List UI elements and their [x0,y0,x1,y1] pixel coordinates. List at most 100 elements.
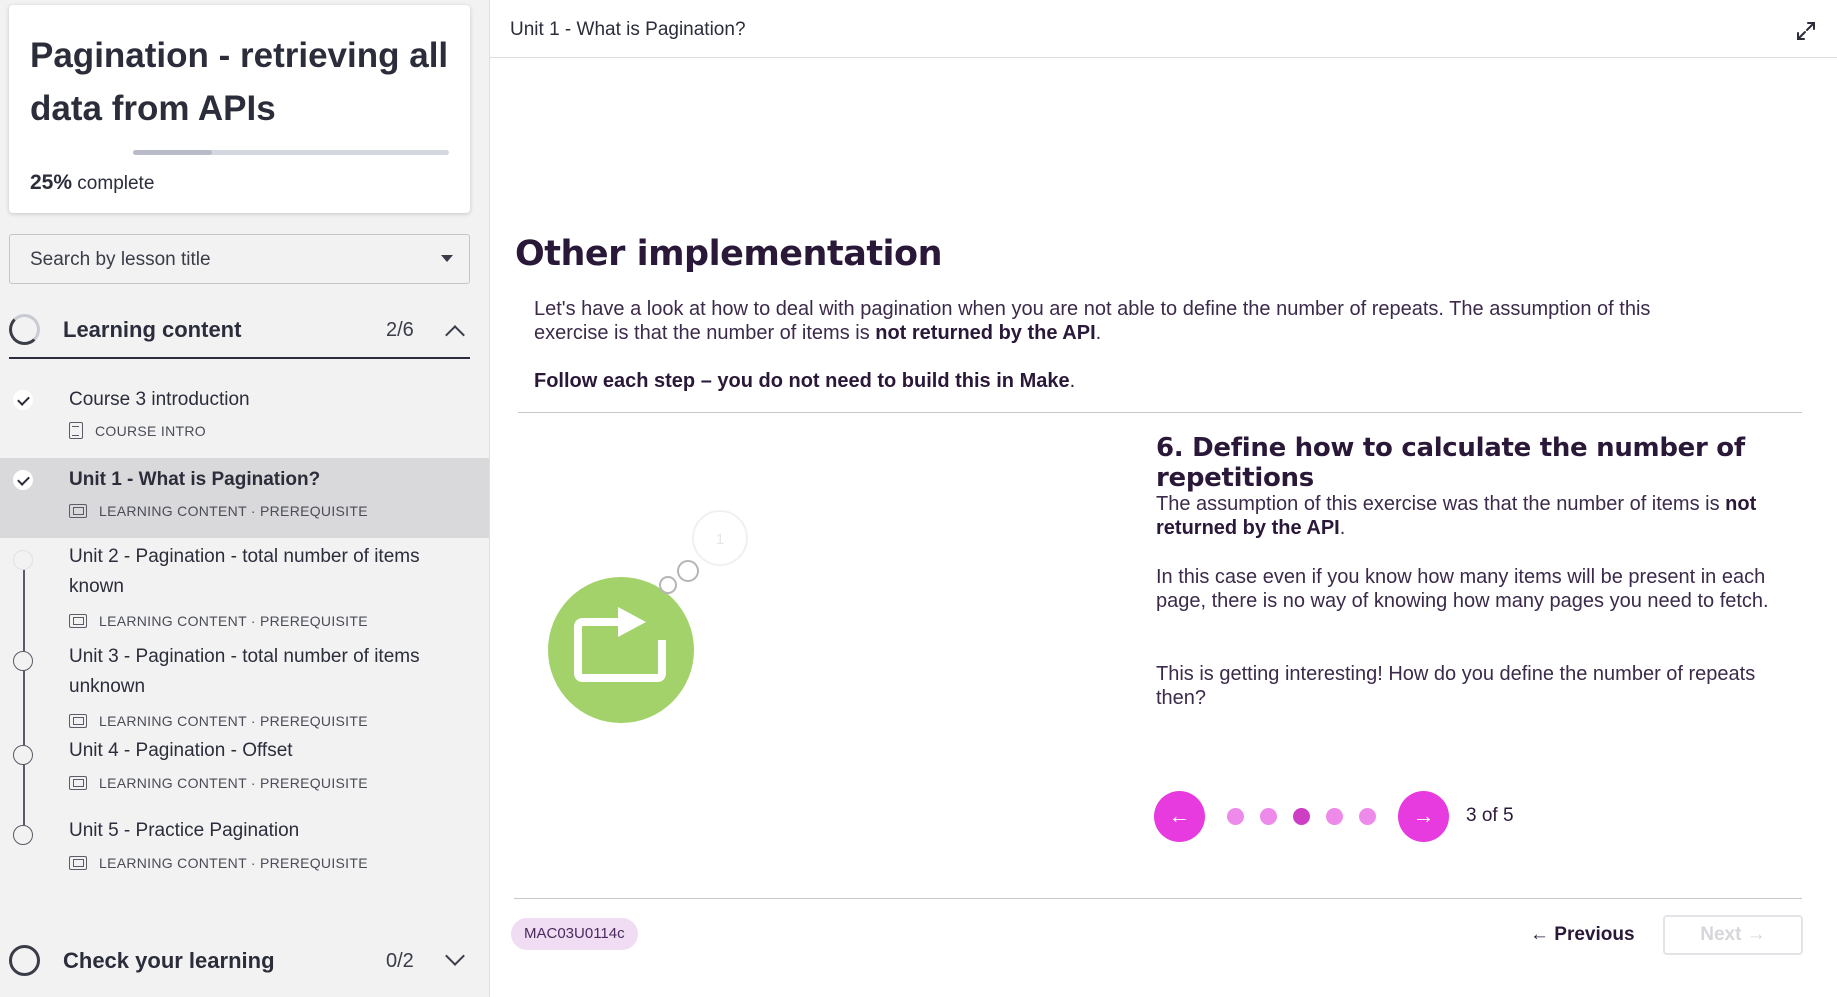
slides-icon [69,504,87,518]
lesson-meta: LEARNING CONTENT · PREREQUISITE [69,713,368,729]
next-button[interactable]: Next → [1663,915,1803,955]
section-count: 0/2 [386,950,414,972]
lesson-meta-text: LEARNING CONTENT · PREREQUISITE [99,855,368,871]
section-title: Check your learning [63,948,275,973]
repeater-module-circle [548,577,694,723]
completed-check-icon [13,470,33,490]
lesson-title: Unit 3 - Pagination - total number of it… [69,646,420,697]
instruction-emphasis: Follow each step – you do not need to bu… [534,370,1070,392]
document-icon [69,422,83,439]
lesson-item-unit-2[interactable]: Unit 2 - Pagination - total number of it… [0,538,489,648]
step-carousel: ← → 3 of 5 [1154,790,1514,842]
divider [518,412,1802,413]
lesson-meta-text: LEARNING CONTENT · PREREQUISITE [99,613,368,629]
lesson-title: Unit 1 - What is Pagination? [69,469,321,490]
course-progress-fill [133,150,212,155]
progress-text: 25% complete [30,171,154,195]
chevron-up-icon[interactable] [445,325,465,345]
chevron-down-icon[interactable] [445,946,465,966]
intro-end: . [1095,322,1102,344]
carousel-dots [1219,807,1384,825]
carousel-counter: 3 of 5 [1466,805,1514,826]
arrow-left-icon: ← [1530,924,1555,945]
p1-text: The assumption of this exercise was that… [1156,493,1726,515]
carousel-prev-button[interactable]: ← [1154,790,1205,842]
lesson-list: Course 3 introduction COURSE INTRO Unit … [0,378,489,918]
carousel-dot-5[interactable] [1359,807,1376,825]
status-circle-icon [13,745,33,765]
lesson-title: Unit 2 - Pagination - total number of it… [69,546,420,597]
lesson-item-course-intro[interactable]: Course 3 introduction COURSE INTRO [0,378,489,458]
slide-intro: Let's have a look at how to deal with pa… [534,297,1674,345]
course-sidebar: Pagination - retrieving all data from AP… [0,0,489,997]
course-title: Pagination - retrieving all data from AP… [30,36,449,128]
p1-end: . [1339,517,1346,539]
step-paragraph-3: This is getting interesting! How do you … [1156,663,1756,709]
unit-header: Unit 1 - What is Pagination? [490,0,1837,58]
step-paragraph-2: In this case even if you know how many i… [1156,566,1769,612]
previous-label: Previous [1554,924,1635,945]
course-card: Pagination - retrieving all data from AP… [9,5,470,213]
intro-emphasis: not returned by the API [875,322,1096,344]
expand-icon[interactable] [1795,20,1817,42]
course-progress-bar [133,150,449,155]
lesson-meta: LEARNING CONTENT · PREREQUISITE [69,775,368,791]
lesson-title: Unit 4 - Pagination - Offset [69,740,293,761]
lesson-meta-text: LEARNING CONTENT · PREREQUISITE [99,503,368,519]
lesson-meta: LEARNING CONTENT · PREREQUISITE [69,855,368,871]
lesson-meta: LEARNING CONTENT · PREREQUISITE [69,503,368,519]
lesson-content-panel: Unit 1 - What is Pagination? Other imple… [489,0,1837,997]
lesson-code-badge: MAC03U0114c [511,918,638,950]
instruction-end: . [1069,370,1076,392]
next-label: Next [1700,924,1742,945]
status-circle-icon [13,825,33,845]
bubble-small [659,576,677,594]
arrow-right-icon: → [1741,924,1766,945]
status-circle-icon [13,651,33,671]
bubble-medium [677,560,699,582]
carousel-next-button[interactable]: → [1398,790,1449,842]
carousel-dot-3[interactable] [1293,807,1310,825]
carousel-dot-1[interactable] [1227,807,1244,825]
step-paragraph-1: The assumption of this exercise was that… [1156,492,1806,540]
divider [514,898,1802,899]
step-title: 6. Define how to calculate the number of… [1156,433,1745,493]
section-count: 2/6 [386,319,414,341]
section-title: Learning content [63,317,242,342]
lesson-item-unit-1[interactable]: Unit 1 - What is Pagination? LEARNING CO… [0,458,489,538]
lesson-title: Course 3 introduction [69,389,250,410]
lesson-title: Unit 5 - Practice Pagination [69,820,300,841]
progress-percent: 25% [30,171,73,194]
carousel-dot-2[interactable] [1260,807,1277,825]
section-check-your-learning[interactable]: Check your learning 0/2 [9,935,470,990]
progress-ring-icon [9,945,40,976]
lesson-meta-text: LEARNING CONTENT · PREREQUISITE [99,775,368,791]
slides-icon [69,856,87,870]
lesson-search-dropdown[interactable]: Search by lesson title [9,234,470,284]
carousel-dot-4[interactable] [1326,807,1343,825]
slide-title: Other implementation [515,234,943,274]
lesson-meta-text: COURSE INTRO [95,422,206,439]
chevron-down-icon [441,255,453,262]
arrow-right-icon: → [1412,803,1435,828]
slide-instruction: Follow each step – you do not need to bu… [534,370,1075,393]
slides-icon [69,714,87,728]
progress-suffix: complete [72,173,155,194]
unit-title: Unit 1 - What is Pagination? [510,19,746,40]
previous-button[interactable]: ← Previous [1520,915,1645,955]
section-learning-content[interactable]: Learning content 2/6 [9,304,470,359]
lesson-meta: COURSE INTRO [69,422,206,439]
lesson-meta: LEARNING CONTENT · PREREQUISITE [69,613,368,629]
timeline-connector [23,568,25,648]
slides-icon [69,776,87,790]
status-circle-icon [13,550,33,570]
lesson-item-unit-5[interactable]: Unit 5 - Practice Pagination LEARNING CO… [0,820,489,918]
progress-ring-icon [9,314,40,345]
module-number: 1 [716,531,724,548]
slides-icon [69,614,87,628]
arrow-left-icon: ← [1168,803,1191,828]
lesson-meta-text: LEARNING CONTENT · PREREQUISITE [99,713,368,729]
repeater-module-illustration: 1 [548,510,748,723]
lesson-search-placeholder: Search by lesson title [30,249,211,270]
completed-check-icon [13,390,33,410]
